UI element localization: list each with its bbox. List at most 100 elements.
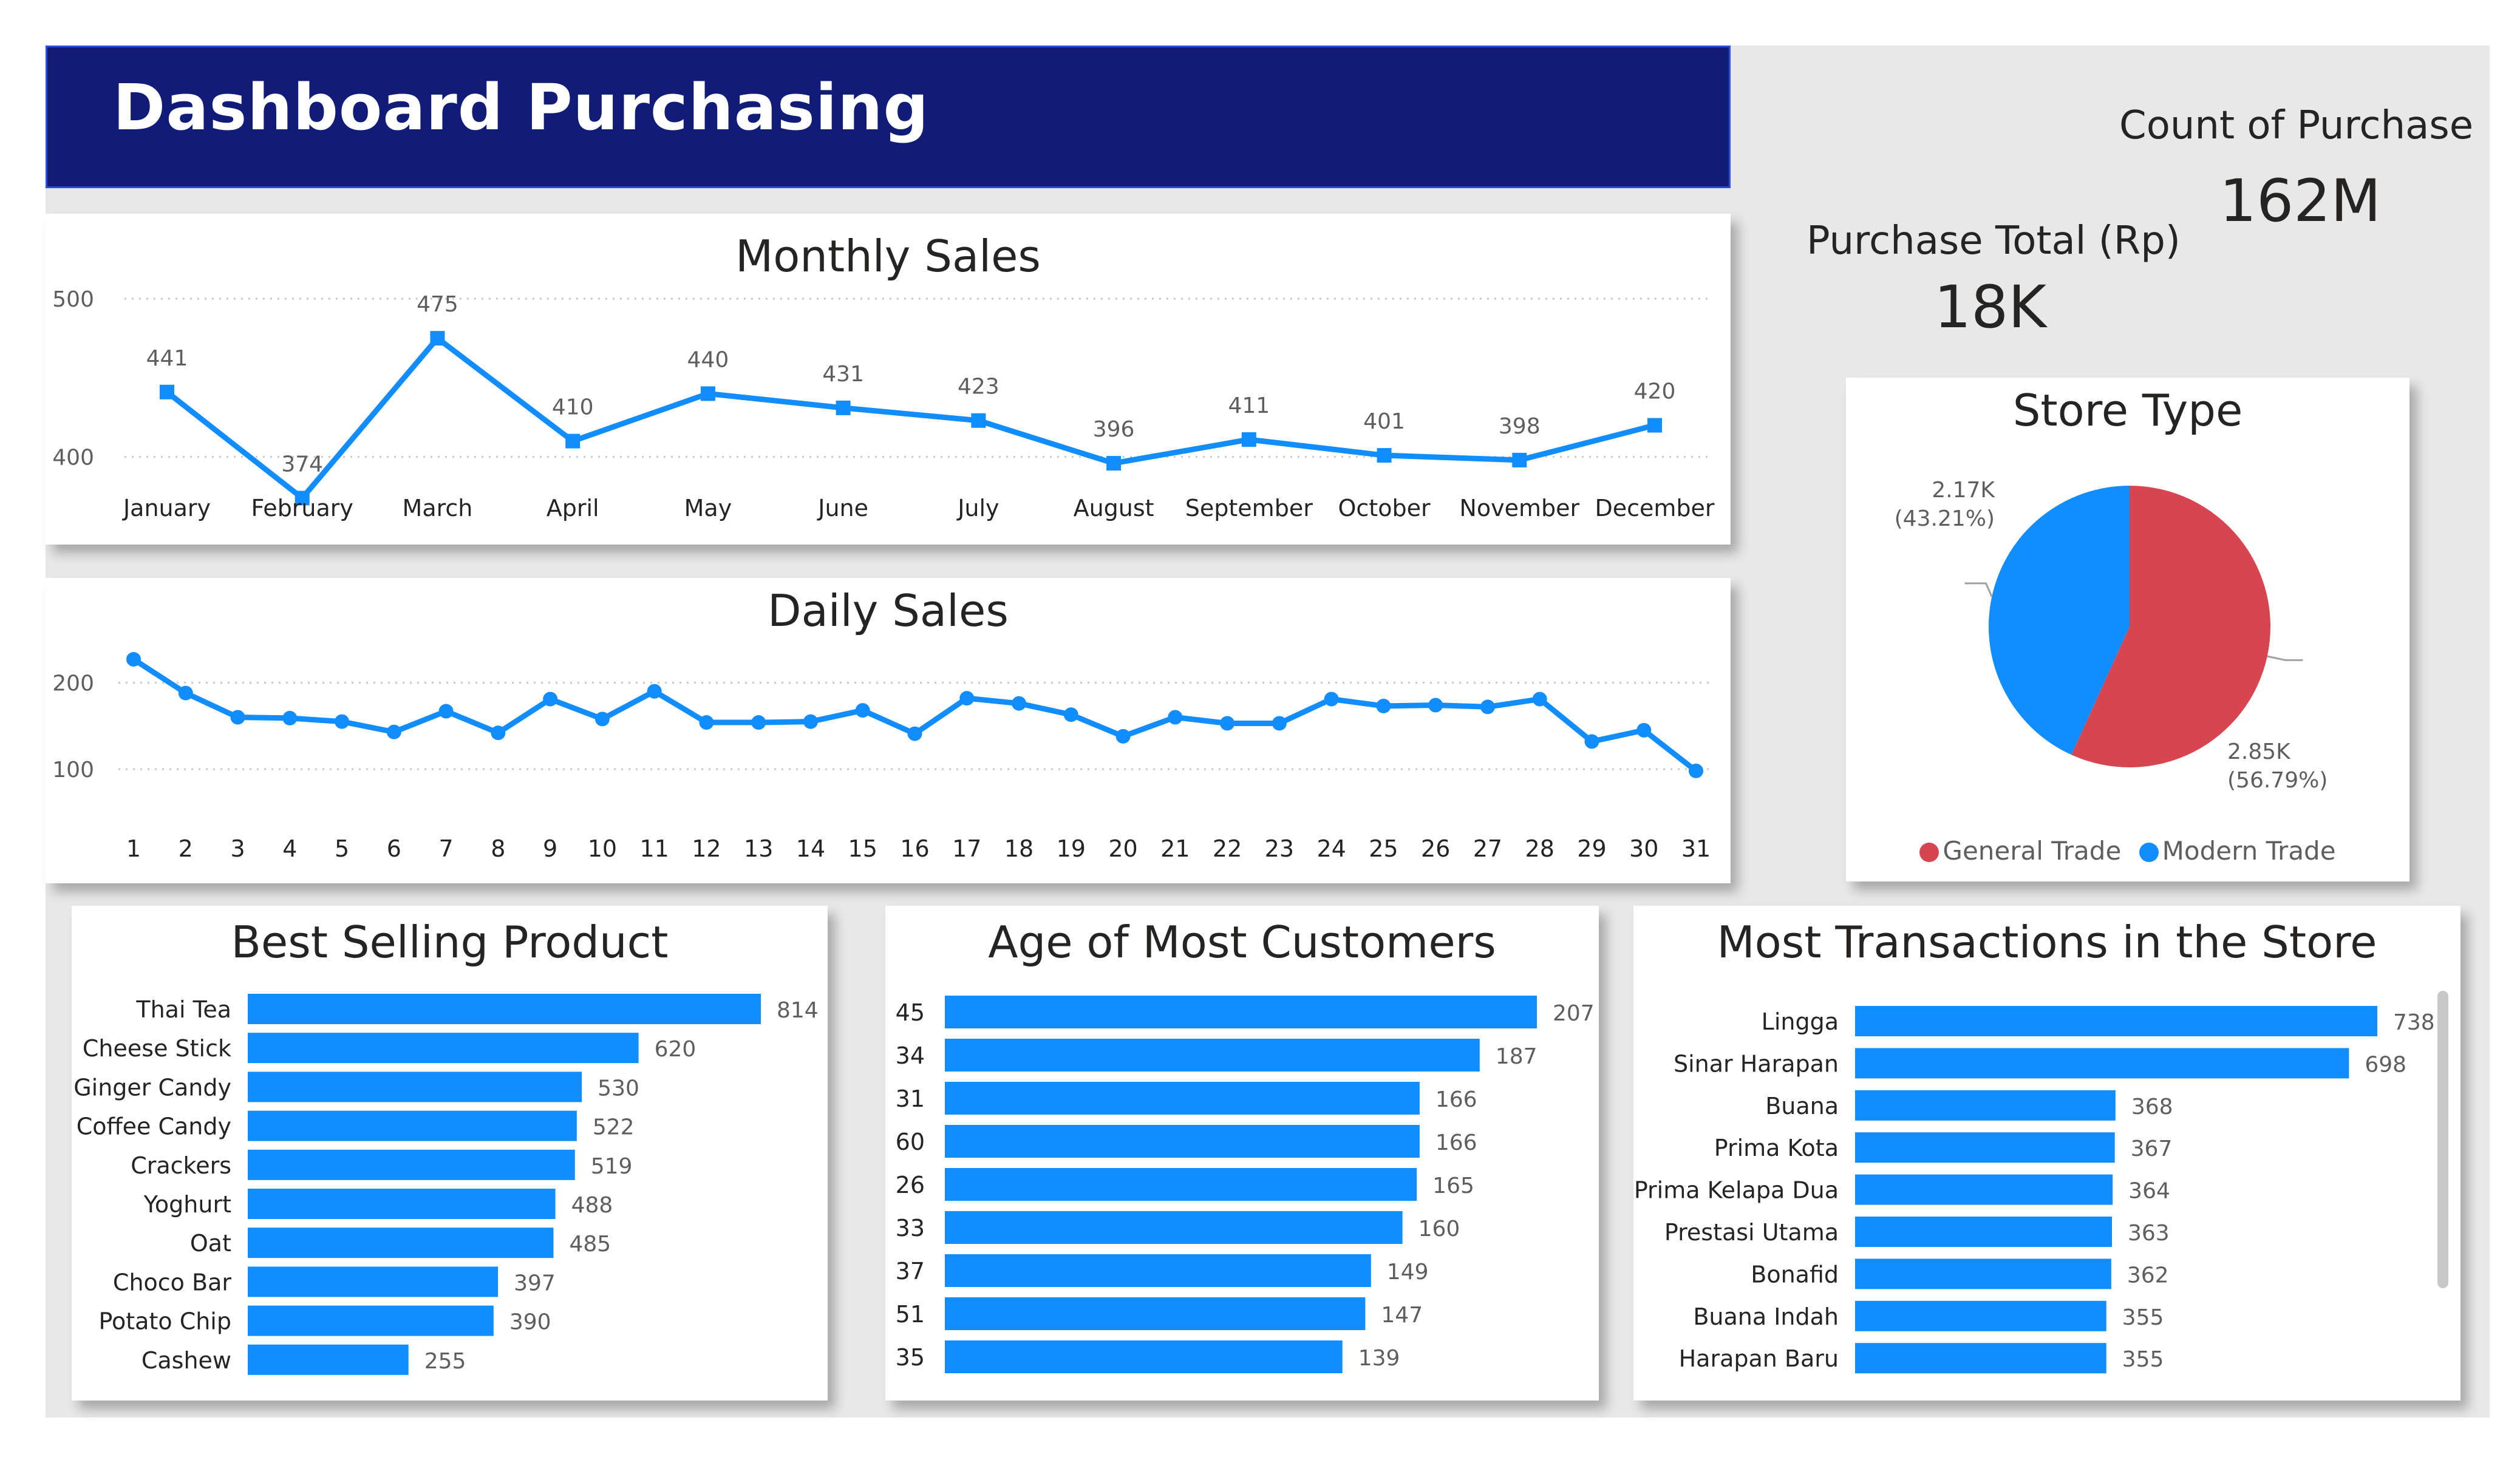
bar-value-label: 255 bbox=[424, 1349, 466, 1374]
data-point bbox=[1584, 734, 1599, 749]
bar bbox=[1855, 1343, 2106, 1374]
pie-pct-label: (56.79%) bbox=[2227, 768, 2328, 793]
x-tick-label: 19 bbox=[1057, 835, 1086, 862]
bar-category-label: Sinar Harapan bbox=[1674, 1050, 1839, 1077]
data-point bbox=[1063, 707, 1078, 722]
data-point bbox=[1428, 698, 1443, 713]
bar-value-label: 364 bbox=[2128, 1179, 2170, 1204]
bar-value-label: 397 bbox=[514, 1271, 556, 1296]
bar-category-label: 26 bbox=[896, 1172, 925, 1198]
data-point bbox=[282, 710, 298, 725]
data-label: 398 bbox=[1499, 414, 1541, 439]
x-tick-label: 7 bbox=[439, 835, 454, 862]
data-point bbox=[594, 712, 610, 727]
data-point bbox=[1012, 696, 1027, 711]
bar-category-label: Lingga bbox=[1762, 1008, 1839, 1035]
x-tick-label: 9 bbox=[543, 835, 557, 862]
legend-label-general-trade: General Trade bbox=[1943, 836, 2122, 866]
x-tick-label: December bbox=[1595, 495, 1714, 521]
monthly-sales-chart: 400 500 441 January 374 February 475 March 410 Ap… bbox=[52, 287, 1715, 521]
data-point bbox=[430, 331, 445, 346]
x-tick-label: 28 bbox=[1525, 835, 1555, 862]
bar bbox=[945, 1340, 1343, 1373]
bar-category-label: Cheese Stick bbox=[83, 1035, 231, 1062]
bar bbox=[945, 1254, 1371, 1287]
x-tick-label: 11 bbox=[639, 835, 669, 862]
bar-value-label: 160 bbox=[1418, 1217, 1460, 1241]
bar-value-label: 738 bbox=[2393, 1010, 2435, 1035]
x-tick-label: April bbox=[547, 495, 599, 521]
y-tick-label: 500 bbox=[52, 287, 94, 312]
x-tick-label: 27 bbox=[1473, 835, 1502, 862]
store-type-chart: 2.85K (56.79%) 2.17K (43.21%) bbox=[1895, 478, 2328, 793]
daily-sales-card: Daily Sales 100 200 1 2 3 4 5 6 7 8 9 10 11 12 13 14 15 1… bbox=[46, 578, 1731, 883]
bar-value-label: 166 bbox=[1435, 1130, 1477, 1155]
bar bbox=[248, 1305, 494, 1336]
y-tick-label: 100 bbox=[52, 758, 94, 783]
data-label: 396 bbox=[1093, 417, 1135, 442]
x-tick-label: 29 bbox=[1577, 835, 1606, 862]
data-point bbox=[803, 714, 818, 729]
series-line bbox=[132, 657, 1698, 773]
bar-value-label: 139 bbox=[1358, 1346, 1400, 1371]
data-point bbox=[1241, 432, 1256, 447]
data-point bbox=[855, 703, 870, 718]
series-line bbox=[165, 335, 1656, 501]
bar-value-label: 530 bbox=[598, 1076, 639, 1101]
bar bbox=[1855, 1174, 2113, 1205]
x-tick-label: November bbox=[1459, 495, 1579, 521]
bar-value-label: 620 bbox=[655, 1037, 696, 1062]
bar-value-label: 390 bbox=[509, 1310, 551, 1335]
legend-item-general-trade[interactable]: General Trade bbox=[1919, 836, 2121, 866]
data-point bbox=[959, 691, 975, 706]
count-of-purchase-value: 162M bbox=[2219, 167, 2382, 235]
page-title: Dashboard Purchasing bbox=[113, 70, 929, 144]
bar bbox=[945, 1297, 1366, 1330]
data-point bbox=[971, 413, 986, 428]
x-tick-label: October bbox=[1338, 495, 1431, 521]
data-point bbox=[907, 726, 922, 741]
bar bbox=[248, 1110, 577, 1141]
daily-sales-chart: 1002001 2 3 4 5 6 7 8 9 10 11 12 13 14 15 16 17 18 19 20 21 2… bbox=[52, 652, 1711, 862]
pie-value-label: 2.17K bbox=[1932, 478, 1995, 503]
data-label: 431 bbox=[822, 362, 864, 387]
bar bbox=[945, 1082, 1420, 1115]
x-tick-label: 4 bbox=[282, 835, 297, 862]
x-tick-label: 13 bbox=[744, 835, 773, 862]
x-tick-label: June bbox=[817, 495, 868, 521]
bar-value-label: 355 bbox=[2122, 1347, 2164, 1372]
bar-category-label: Ginger Candy bbox=[73, 1074, 231, 1101]
bar-category-label: Prestasi Utama bbox=[1664, 1219, 1839, 1246]
bar bbox=[248, 1266, 499, 1297]
bar-category-label: Buana Indah bbox=[1693, 1303, 1839, 1330]
pie-pct-label: (43.21%) bbox=[1895, 506, 1995, 531]
bar-value-label: 367 bbox=[2131, 1136, 2173, 1161]
x-tick-label: July bbox=[956, 495, 999, 521]
data-point bbox=[491, 725, 506, 741]
bar-category-label: Harapan Baru bbox=[1679, 1345, 1839, 1372]
x-tick-label: 12 bbox=[692, 835, 721, 862]
bar bbox=[1855, 1258, 2111, 1289]
x-tick-label: 5 bbox=[335, 835, 349, 862]
bar bbox=[1855, 1132, 2115, 1163]
bar-category-label: Cashew bbox=[141, 1347, 231, 1374]
data-point bbox=[1106, 456, 1122, 471]
legend-swatch-general-trade bbox=[1919, 843, 1939, 862]
bar-value-label: 166 bbox=[1435, 1087, 1477, 1112]
transactions-scrollbar[interactable] bbox=[2437, 991, 2448, 1288]
x-tick-label: 22 bbox=[1213, 835, 1242, 862]
legend-item-modern-trade[interactable]: Modern Trade bbox=[2139, 836, 2336, 866]
data-point bbox=[438, 704, 454, 719]
store-type-legend: General Trade Modern Trade bbox=[1846, 836, 2409, 866]
data-label: 420 bbox=[1634, 379, 1676, 404]
x-tick-label: 10 bbox=[588, 835, 617, 862]
data-point bbox=[1115, 728, 1131, 744]
legend-label-modern-trade: Modern Trade bbox=[2162, 836, 2336, 866]
x-tick-label: 25 bbox=[1369, 835, 1398, 862]
bar-category-label: 45 bbox=[896, 999, 925, 1026]
legend-swatch-modern-trade bbox=[2139, 843, 2159, 862]
x-tick-label: 16 bbox=[900, 835, 929, 862]
bar bbox=[945, 1211, 1403, 1244]
bar bbox=[945, 1168, 1417, 1201]
bar-value-label: 488 bbox=[571, 1193, 613, 1218]
